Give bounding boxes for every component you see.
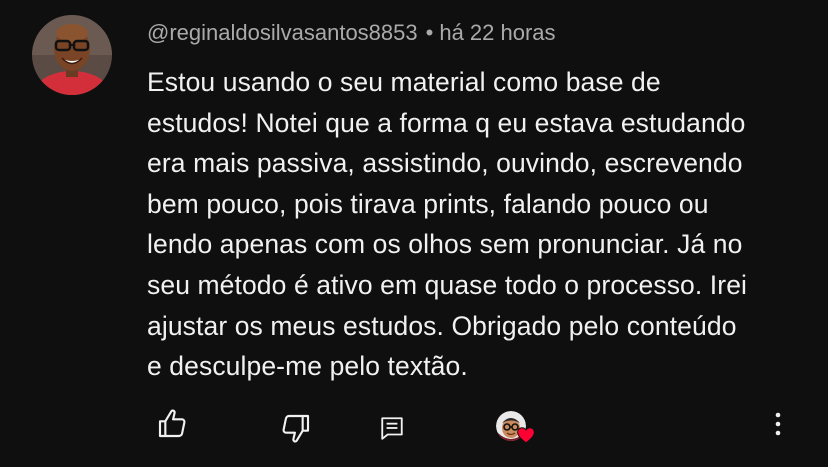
more-options-button[interactable] (764, 404, 792, 444)
comment-icon (381, 417, 403, 440)
comment-header: @reginaldosilvasantos8853 • há 22 horas (147, 19, 556, 47)
comment-line: e desculpe-me pelo textão. (147, 351, 468, 382)
comment-line: lendo apenas com os olhos sem pronunciar… (147, 229, 743, 260)
comment-text: Estou usando o seu material como base de… (147, 62, 815, 387)
reply-button[interactable] (374, 410, 410, 446)
comment-timestamp[interactable]: há 22 horas (439, 20, 555, 45)
comment-line: era mais passiva, assistindo, ouvindo, e… (147, 148, 743, 179)
creator-heart-icon (517, 427, 535, 444)
dislike-button[interactable] (276, 408, 316, 448)
comment-line: estudos! Notei que a forma q eu estava e… (147, 107, 746, 138)
more-vertical-icon (775, 412, 781, 436)
separator-dot: • (425, 20, 434, 45)
avatar-image (32, 15, 112, 95)
comment-line: bem pouco, pois tirava prints, falando p… (147, 188, 709, 219)
like-button[interactable] (152, 404, 192, 444)
author-name[interactable]: @reginaldosilvasantos8853 (147, 20, 418, 45)
thumb-up-icon (158, 409, 186, 438)
comment-line: ajustar os meus estudos. Obrigado pelo c… (147, 310, 737, 341)
thumb-down-icon (282, 414, 310, 443)
creator-heart[interactable] (494, 409, 538, 449)
comment-line: Estou usando o seu material como base de (147, 67, 661, 97)
comment-line: seu método é ativo em quase todo o proce… (147, 269, 748, 300)
author-avatar[interactable] (32, 15, 112, 95)
